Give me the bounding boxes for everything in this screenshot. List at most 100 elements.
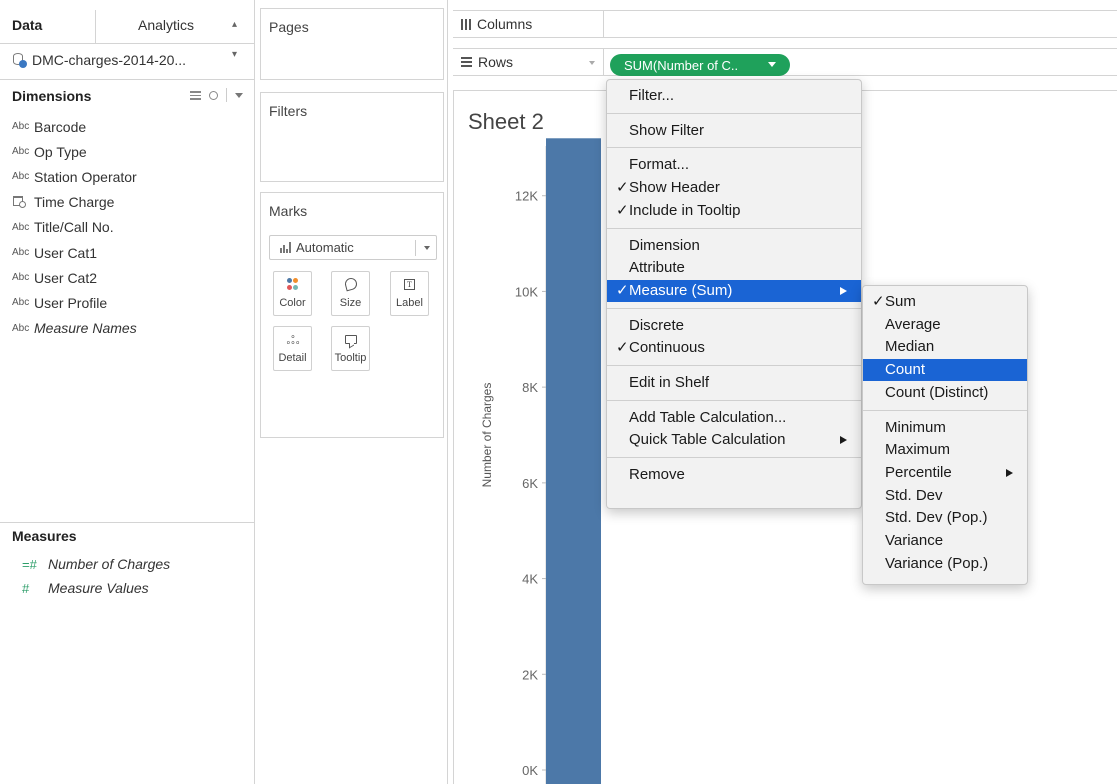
menu-item-format[interactable]: Format... — [607, 154, 861, 176]
label-button[interactable]: T Label — [390, 271, 429, 316]
menu-item-variance-pop[interactable]: Variance (Pop.) — [863, 553, 1027, 575]
measure-field-measure-values[interactable]: # Measure Values — [22, 576, 252, 600]
marks-card: Marks Automatic Color Size T Label ∘ ∘∘∘ … — [260, 192, 444, 438]
size-button[interactable]: Size — [331, 271, 370, 316]
columns-label: Columns — [477, 16, 533, 32]
menu-item-sum[interactable]: ✓ Sum — [863, 291, 1027, 313]
divider — [226, 88, 227, 102]
label-label: Label — [396, 297, 423, 309]
menu-item-filter[interactable]: Filter... — [607, 85, 861, 107]
detail-dots-icon: ∘ ∘∘∘ — [285, 331, 301, 347]
view-list-icon[interactable] — [190, 90, 201, 100]
menu-item-add-table-calculation[interactable]: Add Table Calculation... — [607, 407, 861, 429]
chevron-down-icon — [424, 246, 430, 250]
mark-type-dropdown[interactable]: Automatic — [269, 235, 437, 260]
menu-item-percentile[interactable]: Percentile — [863, 462, 1027, 484]
menu-item-show-header[interactable]: ✓ Show Header — [607, 177, 861, 199]
color-label: Color — [279, 297, 306, 309]
menu-item-average[interactable]: Average — [863, 314, 1027, 336]
dimension-field-time-charge[interactable]: Time Charge — [12, 190, 252, 215]
dimension-field-station-operator[interactable]: Abc Station Operator — [12, 164, 252, 189]
menu-item-label: Discrete — [629, 316, 685, 334]
pages-card[interactable]: Pages — [260, 8, 444, 80]
menu-item-label: Variance — [885, 532, 944, 549]
menu-item-minimum[interactable]: Minimum — [863, 417, 1027, 439]
menu-item-label: Variance (Pop.) — [885, 554, 989, 572]
datasource-item[interactable]: DMC-charges-2014-20... — [12, 49, 186, 71]
color-button[interactable]: Color — [273, 271, 312, 316]
menu-item-label: Dimension — [629, 236, 700, 254]
menu-item-measure-sum[interactable]: ✓ Measure (Sum) — [607, 279, 861, 302]
menu-item-count[interactable]: Count — [863, 359, 1027, 382]
measure-field-number-of-charges[interactable]: =# Number of Charges — [22, 552, 252, 576]
checkmark-icon: ✓ — [616, 281, 629, 299]
menu-item-maximum[interactable]: Maximum — [863, 439, 1027, 461]
menu-item-attribute[interactable]: Attribute — [607, 257, 861, 279]
columns-shelf[interactable]: Columns — [453, 10, 1117, 38]
rows-label: Rows — [478, 54, 514, 70]
checkmark-icon: ✓ — [872, 293, 885, 310]
data-pane: Data Analytics ▴ ▾ DMC-charges-2014-20...… — [0, 0, 255, 784]
tooltip-button[interactable]: Tooltip — [331, 326, 370, 371]
menu-item-edit-in-shelf[interactable]: Edit in Shelf — [607, 372, 861, 394]
menu-item-label: Median — [885, 338, 935, 356]
text-label-icon: T — [404, 278, 415, 290]
chevron-down-icon[interactable] — [235, 92, 243, 98]
menu-item-label: Std. Dev (Pop.) — [885, 509, 988, 527]
measures-list: =# Number of Charges # Measure Values — [22, 552, 252, 600]
dimension-field-user-cat2[interactable]: Abc User Cat2 — [12, 265, 252, 290]
dimension-field-title-call-no[interactable]: Abc Title/Call No. — [12, 215, 252, 240]
columns-shelf-label: Columns — [453, 11, 604, 37]
dimension-field-barcode[interactable]: Abc Barcode — [12, 114, 252, 139]
rows-shelf-label: Rows — [453, 49, 604, 75]
rows-measure-pill[interactable]: SUM(Number of C.. — [610, 54, 790, 76]
menu-item-continuous[interactable]: ✓ Continuous — [607, 337, 861, 359]
menu-item-label: Quick Table Calculation — [629, 431, 786, 449]
tab-data[interactable]: Data — [0, 10, 96, 44]
menu-item-median[interactable]: Median — [863, 336, 1027, 358]
menu-item-label: Include in Tooltip — [629, 201, 741, 219]
menu-item-std-dev-pop[interactable]: Std. Dev (Pop.) — [863, 507, 1027, 529]
menu-item-std-dev[interactable]: Std. Dev — [863, 485, 1027, 507]
y-tick-label: 0K — [522, 763, 538, 778]
bar[interactable] — [546, 138, 601, 784]
string-type-icon: Abc — [12, 121, 30, 133]
menu-item-variance[interactable]: Variance — [863, 530, 1027, 552]
rows-icon — [461, 57, 472, 67]
updown-arrows-icon: ▴ ▾ — [231, 19, 237, 60]
field-label: Title/Call No. — [34, 219, 114, 236]
menu-item-label: Sum — [885, 293, 916, 310]
search-icon[interactable] — [209, 90, 218, 100]
menu-item-count-distinct[interactable]: Count (Distinct) — [863, 382, 1027, 404]
menu-item-show-filter[interactable]: Show Filter — [607, 120, 861, 142]
menu-item-remove[interactable]: Remove — [607, 464, 861, 486]
field-label: User Cat1 — [34, 244, 98, 261]
menu-item-discrete[interactable]: Discrete — [607, 315, 861, 337]
dimension-field-user-profile[interactable]: Abc User Profile — [12, 290, 252, 315]
menu-item-label: Std. Dev — [885, 486, 943, 504]
detail-button[interactable]: ∘ ∘∘∘ Detail — [273, 326, 312, 371]
menu-item-label: Minimum — [885, 418, 946, 436]
menu-separator — [607, 227, 861, 229]
rows-shelf[interactable]: Rows SUM(Number of C.. — [453, 48, 1117, 76]
tab-analytics[interactable]: Analytics ▴ ▾ — [96, 10, 255, 60]
dimension-field-op-type[interactable]: Abc Op Type — [12, 139, 252, 164]
y-tick-label: 4K — [522, 572, 538, 587]
tooltip-label: Tooltip — [334, 352, 367, 364]
submenu-arrow-icon — [840, 286, 847, 295]
shelves-pane: Pages Filters Marks Automatic Color Size… — [256, 0, 448, 784]
pill-label: SUM(Number of C.. — [624, 57, 739, 73]
menu-item-label: Attribute — [629, 259, 685, 277]
menu-item-dimension[interactable]: Dimension — [607, 235, 861, 257]
menu-separator — [607, 399, 861, 401]
size-icon — [343, 276, 358, 292]
dimensions-list: Abc Barcode Abc Op Type Abc Station Operator T… — [12, 114, 252, 341]
menu-item-quick-table-calculation[interactable]: Quick Table Calculation — [607, 429, 861, 451]
field-label: Op Type — [34, 143, 87, 160]
dimension-field-user-cat1[interactable]: Abc User Cat1 — [12, 240, 252, 265]
tooltip-icon — [344, 334, 357, 344]
menu-item-include-in-tooltip[interactable]: ✓ Include in Tooltip — [607, 200, 861, 222]
filters-card[interactable]: Filters — [260, 92, 444, 182]
dimension-field-measure-names[interactable]: Abc Measure Names — [12, 316, 252, 341]
chevron-down-icon[interactable] — [768, 62, 776, 67]
